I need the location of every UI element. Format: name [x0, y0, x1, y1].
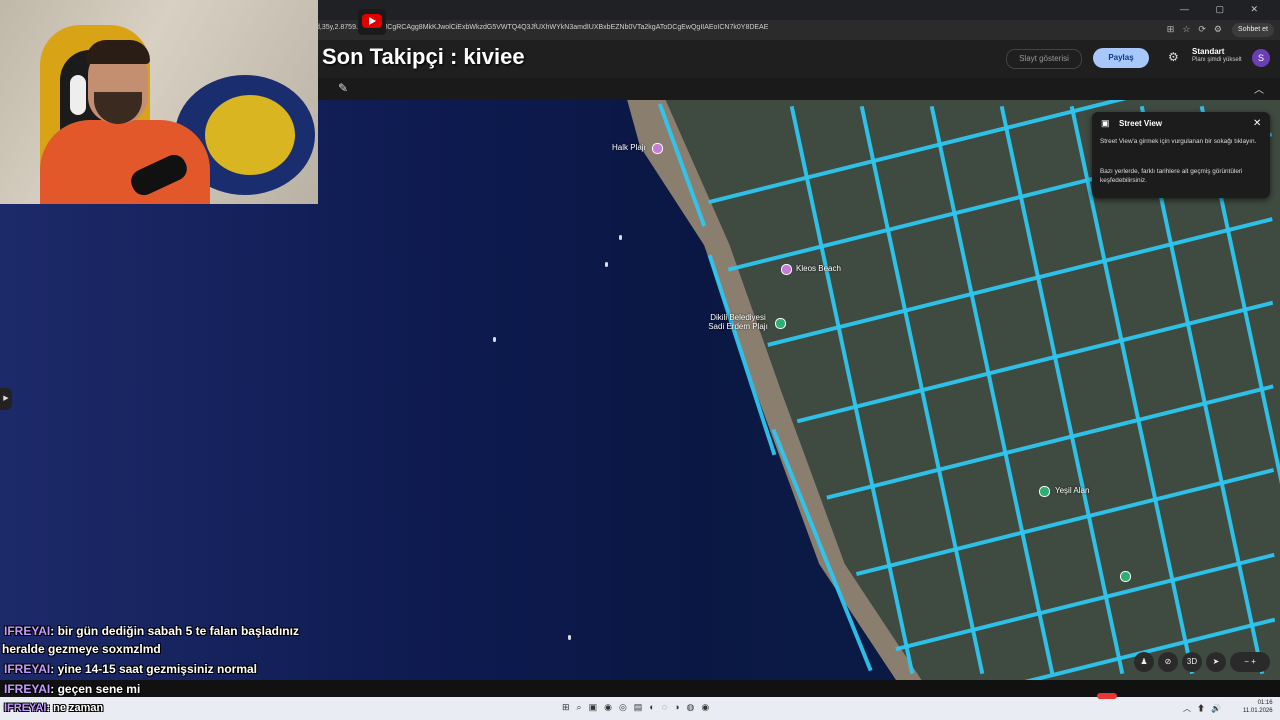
webcam-feed: [0, 0, 318, 204]
chat-message: IFREYAI: bir gün dediğin sabah 5 te fala…: [4, 624, 299, 638]
chat-message: IFREYAI: ne zaman: [4, 702, 103, 714]
park-pin-icon[interactable]: [1039, 486, 1050, 497]
share-button[interactable]: Paylaş: [1093, 48, 1149, 68]
avatar[interactable]: S: [1252, 49, 1270, 67]
chat-text: : yine 14-15 saat gezmişsiniz normal: [50, 662, 257, 676]
chat-text: : geçen sene mi: [50, 682, 141, 696]
chat-button[interactable]: Sohbet et: [1232, 23, 1274, 37]
chat-text: heralde gezmeye soxmzlmd: [2, 642, 161, 656]
beach-pin-icon[interactable]: [781, 264, 792, 275]
street-view-icon: ▣: [1101, 118, 1110, 128]
gear-icon[interactable]: ⚙: [1168, 50, 1179, 64]
chat-user: IFREYAI: [4, 702, 47, 714]
clock-date: 11.01.2026: [1243, 707, 1273, 714]
slideshow-button[interactable]: Slayt gösterisi: [1006, 49, 1082, 69]
boat-marker: [493, 337, 496, 342]
last-follower-overlay: Son Takipçi : kiviee: [322, 44, 525, 69]
headphone: [70, 75, 86, 115]
clock[interactable]: 01:16 11.01.2026: [1243, 700, 1273, 716]
street-view-title: Street View: [1119, 119, 1162, 128]
street-view-text: Street View'a girmek için vurgulanan bir…: [1100, 138, 1257, 145]
compass-icon[interactable]: ➤: [1206, 652, 1226, 672]
chevron-right-icon[interactable]: ▶: [0, 388, 12, 410]
map-toolbar: [318, 78, 1280, 100]
streamer-hair: [86, 40, 150, 64]
system-tray-icons[interactable]: ︿⬆🔊: [1183, 703, 1227, 714]
zoom-controls[interactable]: − +: [1230, 652, 1270, 672]
address-bar-icons[interactable]: ⊞☆⟳⚙: [1167, 24, 1230, 35]
close-icon[interactable]: ✕: [1253, 118, 1261, 129]
pegman-icon[interactable]: ♟: [1134, 652, 1154, 672]
chat-text: : ne zaman: [46, 702, 104, 714]
beach-pin-icon[interactable]: [652, 143, 663, 154]
plan-info[interactable]: Standart Planı şimdi yükselt: [1192, 47, 1242, 64]
boat-marker: [605, 262, 608, 267]
boat-marker: [619, 235, 622, 240]
plan-upgrade-link[interactable]: Planı şimdi yükselt: [1192, 57, 1242, 64]
team-pillow: [205, 95, 295, 175]
notification-pill: [1097, 693, 1117, 699]
poi-label[interactable]: Dikili Belediyesi Sadi Erdem Plajı: [706, 313, 770, 331]
clock-time: 01:16: [1257, 700, 1273, 706]
measure-icon[interactable]: ✎: [338, 81, 348, 95]
layers-off-icon[interactable]: ⊘: [1158, 652, 1178, 672]
taskbar-icons[interactable]: ⊞⌕▣◉◎▤◐◌◑◍◉: [562, 702, 716, 713]
chat-user: IFREYAI: [4, 682, 51, 696]
poi-label[interactable]: Kleos Beach: [796, 264, 841, 273]
poi-label[interactable]: Yeşil Alan: [1055, 486, 1089, 495]
three-d-button[interactable]: 3D: [1182, 652, 1202, 672]
chat-text: : bir gün dediğin sabah 5 te falan başla…: [50, 624, 299, 638]
chat-message: heralde gezmeye soxmzlmd: [2, 642, 161, 656]
boat-marker: [568, 635, 571, 640]
park-pin-icon[interactable]: [1120, 571, 1131, 582]
street-view-text: Bazı yerlerde, farklı tarihlere ait geçm…: [1100, 168, 1243, 184]
window-controls[interactable]: — ▢ ✕: [1180, 4, 1270, 15]
chat-message: IFREYAI: geçen sene mi: [4, 682, 140, 696]
chat-user: IFREYAI: [4, 662, 51, 676]
chat-user: IFREYAI: [4, 624, 51, 638]
poi-label[interactable]: Halk Plajı: [612, 143, 646, 152]
chevron-up-icon[interactable]: ︿: [1254, 81, 1264, 96]
plan-name: Standart: [1192, 47, 1225, 56]
chat-message: IFREYAI: yine 14-15 saat gezmişsiniz nor…: [4, 662, 257, 676]
play-icon: [369, 17, 376, 25]
park-pin-icon[interactable]: [775, 318, 786, 329]
